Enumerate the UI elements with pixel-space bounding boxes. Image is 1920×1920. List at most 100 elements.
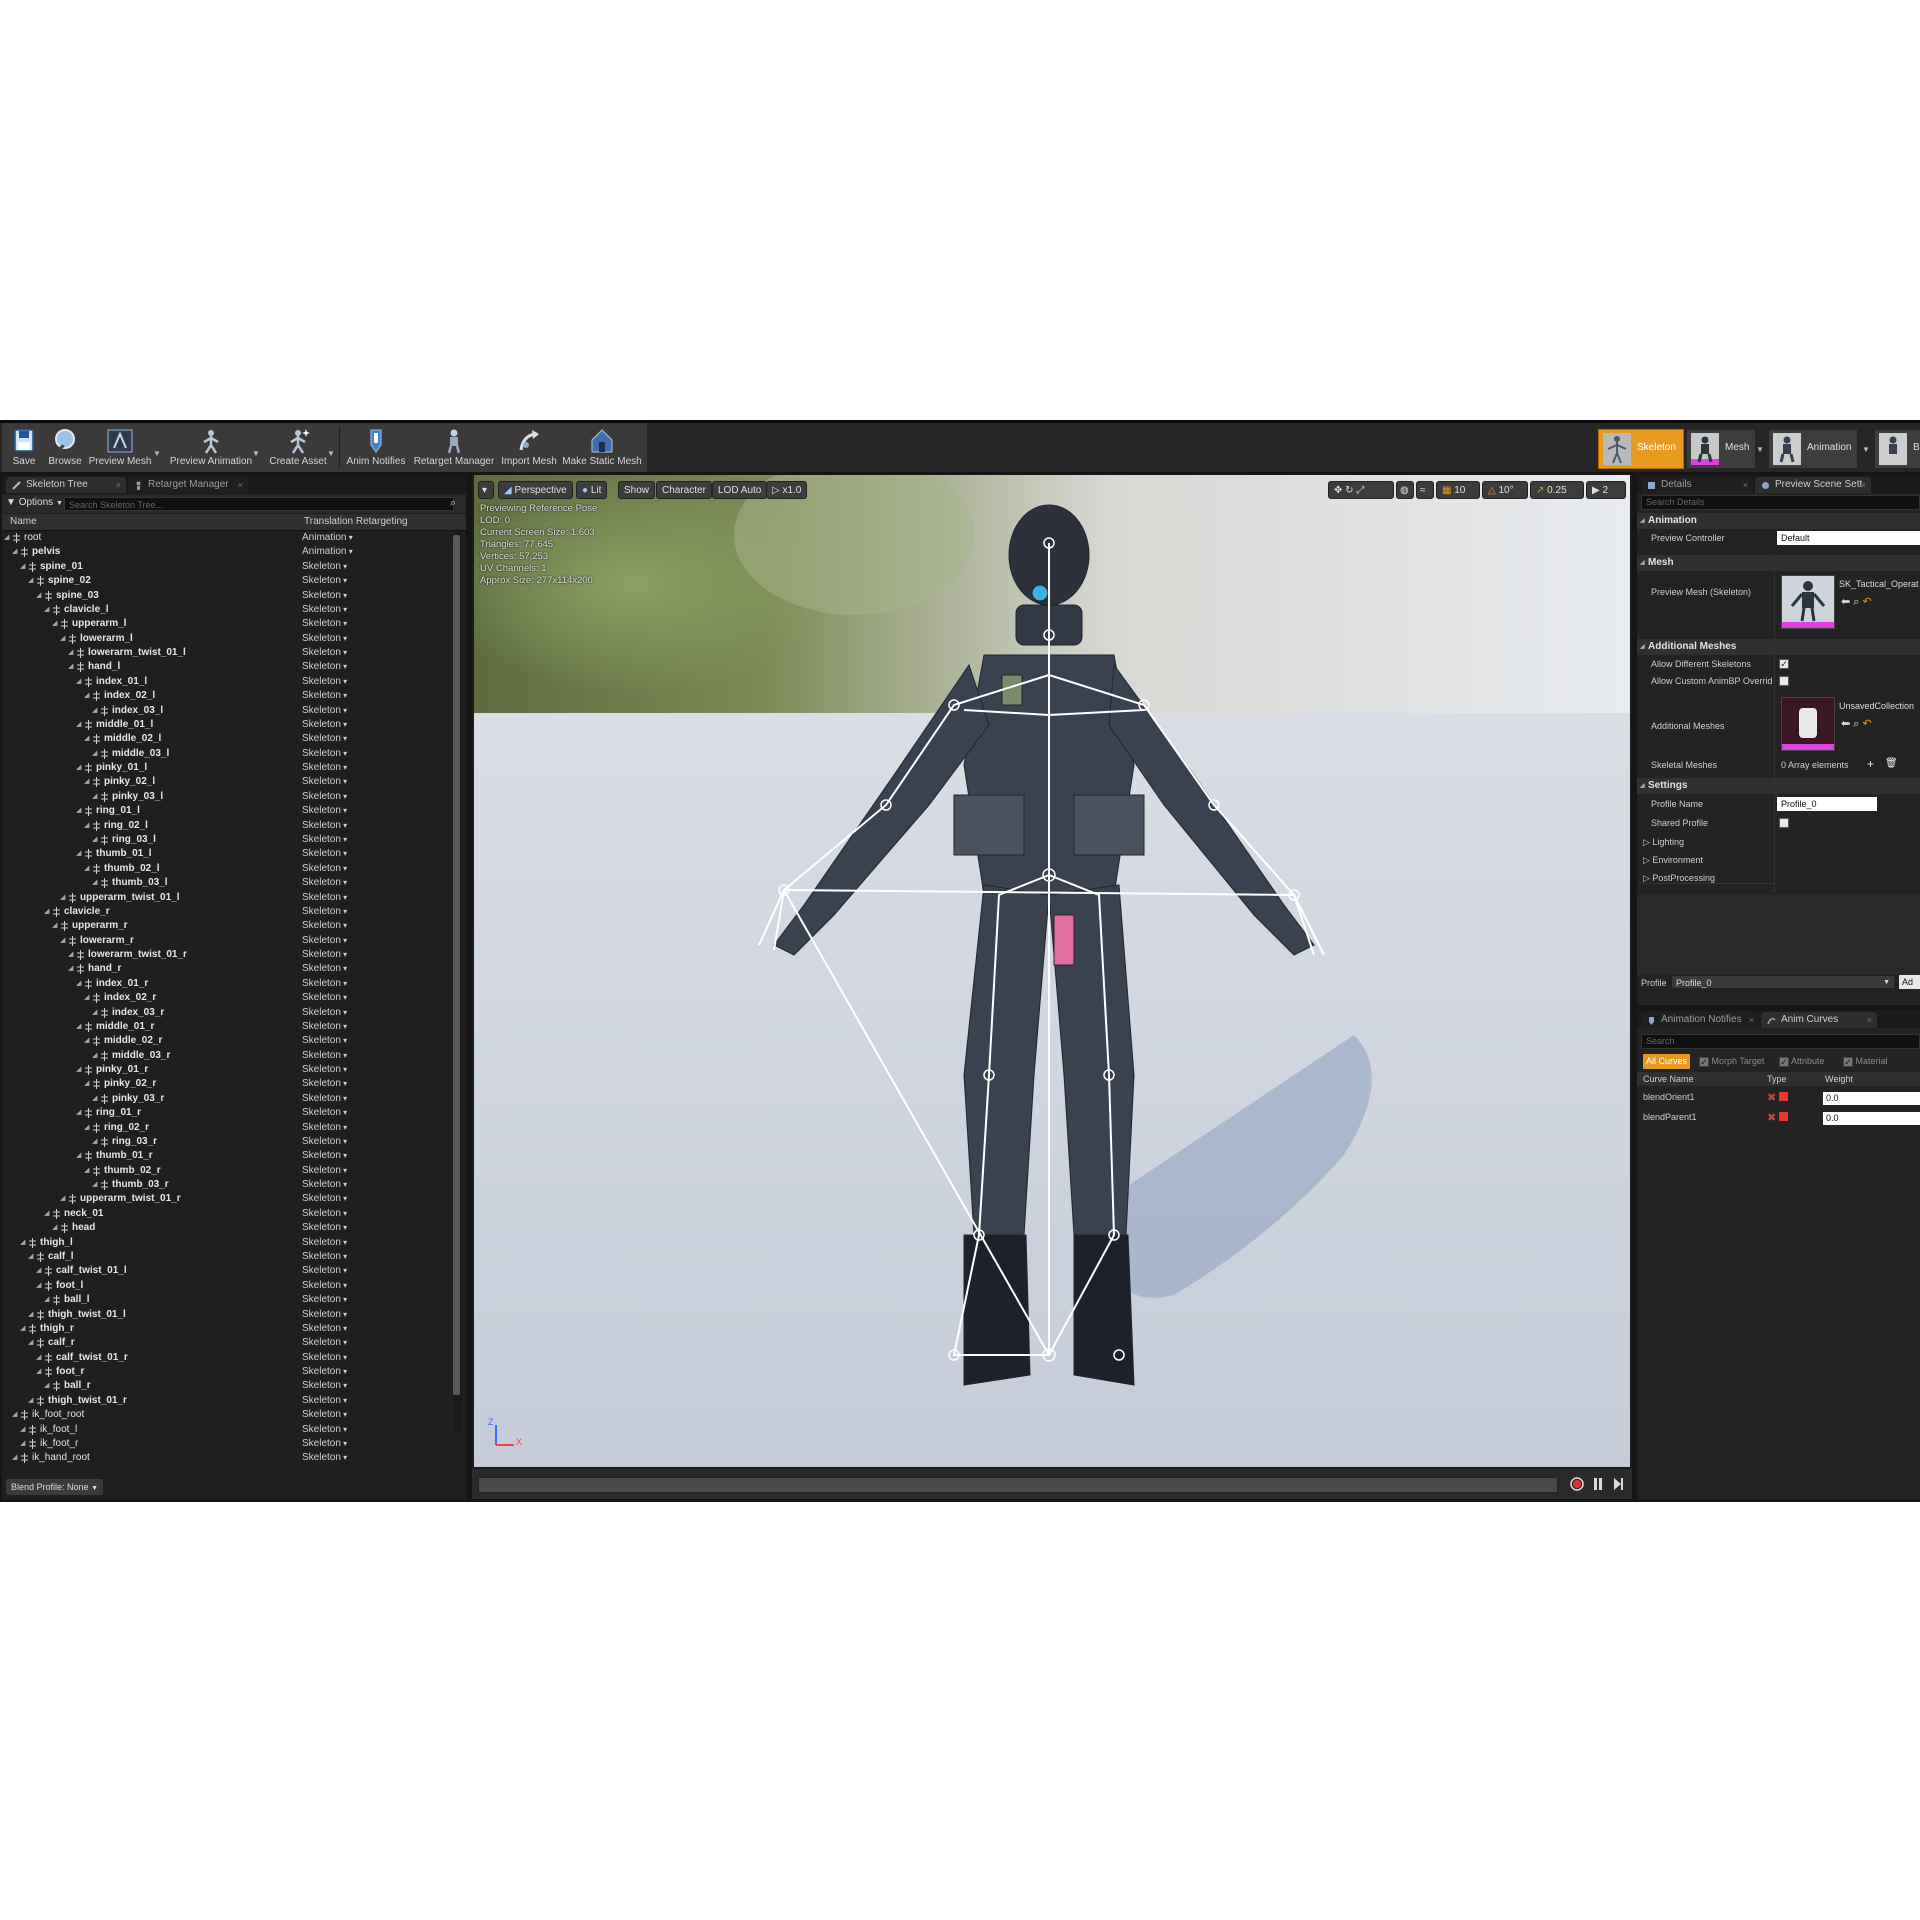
- expand-arrow-icon[interactable]: ◢: [20, 560, 25, 574]
- record-icon[interactable]: [1570, 1477, 1584, 1491]
- retarget-mode-dropdown[interactable]: Skeleton ▾: [302, 1034, 347, 1048]
- bone-row[interactable]: ◢ ik_foot_l Skeleton ▾: [2, 1423, 454, 1437]
- show-button[interactable]: Show: [618, 481, 656, 499]
- curve-type-header[interactable]: Type: [1767, 1074, 1787, 1084]
- retarget-mode-dropdown[interactable]: Skeleton ▾: [302, 1336, 347, 1350]
- allow-different-skeletons-checkbox[interactable]: ✓: [1779, 659, 1789, 669]
- retarget-mode-dropdown[interactable]: Skeleton ▾: [302, 1236, 347, 1250]
- filter-attribute[interactable]: ✓ Attribute: [1779, 1054, 1825, 1069]
- name-column-header[interactable]: Name: [10, 516, 37, 527]
- bone-row[interactable]: ◢ pinky_02_l Skeleton ▾: [2, 775, 454, 789]
- expand-arrow-icon[interactable]: ◢: [76, 675, 81, 689]
- retarget-mode-dropdown[interactable]: Skeleton ▾: [302, 747, 347, 761]
- bone-row[interactable]: ◢ index_01_l Skeleton ▾: [2, 675, 454, 689]
- expand-arrow-icon[interactable]: ◢: [52, 1221, 57, 1235]
- close-icon[interactable]: ×: [1743, 477, 1748, 493]
- bone-row[interactable]: ◢ ring_03_r Skeleton ▾: [2, 1135, 454, 1149]
- expand-arrow-icon[interactable]: ◢: [60, 1192, 65, 1206]
- camera-speed-button[interactable]: ▶ 2: [1586, 481, 1626, 499]
- retarget-mode-dropdown[interactable]: Skeleton ▾: [302, 1207, 347, 1221]
- retarget-mode-dropdown[interactable]: Skeleton ▾: [302, 675, 347, 689]
- mode-blueprint-button[interactable]: B: [1874, 429, 1920, 469]
- retarget-mode-dropdown[interactable]: Skeleton ▾: [302, 617, 347, 631]
- mode-mesh-button[interactable]: Mesh: [1686, 429, 1756, 469]
- expand-arrow-icon[interactable]: ◢: [20, 1236, 25, 1250]
- expand-arrow-icon[interactable]: ◢: [92, 1092, 97, 1106]
- retarget-mode-dropdown[interactable]: Skeleton ▾: [302, 560, 347, 574]
- preview-animation-button[interactable]: Preview Animation: [166, 425, 256, 470]
- bone-row[interactable]: ◢ ik_foot_root Skeleton ▾: [2, 1408, 454, 1422]
- retarget-mode-dropdown[interactable]: Skeleton ▾: [302, 775, 347, 789]
- expand-arrow-icon[interactable]: ◢: [92, 1135, 97, 1149]
- bone-row[interactable]: ◢ foot_l Skeleton ▾: [2, 1279, 454, 1293]
- bone-row[interactable]: ◢ pinky_02_r Skeleton ▾: [2, 1077, 454, 1091]
- curve-row[interactable]: blendParent1 ✖ 0.0: [1637, 1110, 1920, 1128]
- pause-icon[interactable]: [1592, 1477, 1604, 1491]
- bone-row[interactable]: ◢ head Skeleton ▾: [2, 1221, 454, 1235]
- browse-button[interactable]: Browse: [46, 425, 84, 470]
- retarget-mode-dropdown[interactable]: Skeleton ▾: [302, 1077, 347, 1091]
- expand-arrow-icon[interactable]: ◢: [76, 847, 81, 861]
- retarget-mode-dropdown[interactable]: Skeleton ▾: [302, 1049, 347, 1063]
- bone-row[interactable]: ◢ thigh_twist_01_l Skeleton ▾: [2, 1308, 454, 1322]
- expand-arrow-icon[interactable]: ◢: [92, 747, 97, 761]
- retarget-manager-button[interactable]: Retarget Manager: [412, 425, 496, 470]
- expand-arrow-icon[interactable]: ◢: [44, 1379, 49, 1393]
- retarget-mode-dropdown[interactable]: Skeleton ▾: [302, 1379, 347, 1393]
- expand-arrow-icon[interactable]: ◢: [92, 790, 97, 804]
- preview-mesh-dropdown[interactable]: ▼: [153, 449, 161, 458]
- retarget-mode-dropdown[interactable]: Skeleton ▾: [302, 1408, 347, 1422]
- skeleton-search-input[interactable]: Search Skeleton Tree...: [64, 497, 454, 511]
- bone-row[interactable]: ◢ calf_r Skeleton ▾: [2, 1336, 454, 1350]
- lit-button[interactable]: ● Lit: [576, 481, 608, 499]
- bone-row[interactable]: ◢ middle_03_l Skeleton ▾: [2, 747, 454, 761]
- retarget-mode-dropdown[interactable]: Skeleton ▾: [302, 761, 347, 775]
- environment-group[interactable]: ▷ Environment: [1643, 855, 1703, 866]
- transform-tools-group[interactable]: ✥ ↻ ⤢: [1328, 481, 1394, 499]
- expand-arrow-icon[interactable]: ◢: [44, 603, 49, 617]
- retarget-mode-dropdown[interactable]: Skeleton ▾: [302, 1221, 347, 1235]
- category-additional-meshes[interactable]: Additional Meshes: [1637, 639, 1920, 655]
- retarget-mode-dropdown[interactable]: Skeleton ▾: [302, 1365, 347, 1379]
- bone-row[interactable]: ◢ root Animation ▾: [2, 531, 454, 545]
- retarget-mode-dropdown[interactable]: Skeleton ▾: [302, 1149, 347, 1163]
- viewport-canvas[interactable]: [474, 475, 1630, 1467]
- expand-arrow-icon[interactable]: ◢: [84, 775, 89, 789]
- bone-row[interactable]: ◢ middle_03_r Skeleton ▾: [2, 1049, 454, 1063]
- filter-all-curves[interactable]: All Curves: [1643, 1054, 1691, 1069]
- bone-row[interactable]: ◢ index_03_l Skeleton ▾: [2, 704, 454, 718]
- expand-arrow-icon[interactable]: ◢: [44, 1293, 49, 1307]
- expand-arrow-icon[interactable]: ◢: [36, 1264, 41, 1278]
- save-button[interactable]: Save: [6, 425, 42, 470]
- expand-arrow-icon[interactable]: ◢: [12, 1451, 17, 1465]
- expand-arrow-icon[interactable]: ◢: [60, 632, 65, 646]
- retarget-mode-dropdown[interactable]: Skeleton ▾: [302, 1279, 347, 1293]
- retargeting-column-header[interactable]: Translation Retargeting: [304, 516, 408, 527]
- grid-snap-button[interactable]: ▦ 10: [1436, 481, 1480, 499]
- close-icon[interactable]: ×: [1749, 1012, 1754, 1028]
- preview-mesh-thumbnail[interactable]: [1781, 575, 1835, 629]
- bone-row[interactable]: ◢ pinky_03_l Skeleton ▾: [2, 790, 454, 804]
- expand-arrow-icon[interactable]: ◢: [68, 646, 73, 660]
- bone-row[interactable]: ◢ index_02_l Skeleton ▾: [2, 689, 454, 703]
- profile-dropdown[interactable]: Profile_0 ▼: [1671, 975, 1895, 989]
- preview-controller-dropdown[interactable]: Default: [1777, 531, 1920, 545]
- retarget-mode-dropdown[interactable]: Skeleton ▾: [302, 1121, 347, 1135]
- bone-row[interactable]: ◢ upperarm_twist_01_l Skeleton ▾: [2, 891, 454, 905]
- retarget-mode-dropdown[interactable]: Skeleton ▾: [302, 977, 347, 991]
- retarget-mode-dropdown[interactable]: Skeleton ▾: [302, 919, 347, 933]
- bone-row[interactable]: ◢ pinky_01_l Skeleton ▾: [2, 761, 454, 775]
- scrollbar-thumb[interactable]: [453, 535, 460, 1395]
- bone-row[interactable]: ◢ clavicle_l Skeleton ▾: [2, 603, 454, 617]
- bone-row[interactable]: ◢ thumb_01_r Skeleton ▾: [2, 1149, 454, 1163]
- curve-name-header[interactable]: Curve Name: [1643, 1074, 1694, 1084]
- retarget-mode-dropdown[interactable]: Skeleton ▾: [302, 1264, 347, 1278]
- expand-arrow-icon[interactable]: ◢: [52, 617, 57, 631]
- bone-row[interactable]: ◢ ring_01_r Skeleton ▾: [2, 1106, 454, 1120]
- bone-row[interactable]: ◢ calf_twist_01_l Skeleton ▾: [2, 1264, 454, 1278]
- bone-row[interactable]: ◢ ball_r Skeleton ▾: [2, 1379, 454, 1393]
- retarget-mode-dropdown[interactable]: Skeleton ▾: [302, 1020, 347, 1034]
- retarget-mode-dropdown[interactable]: Skeleton ▾: [302, 718, 347, 732]
- expand-arrow-icon[interactable]: ◢: [12, 545, 17, 559]
- tab-preview-scene-settings[interactable]: Preview Scene Sett ×: [1755, 477, 1871, 493]
